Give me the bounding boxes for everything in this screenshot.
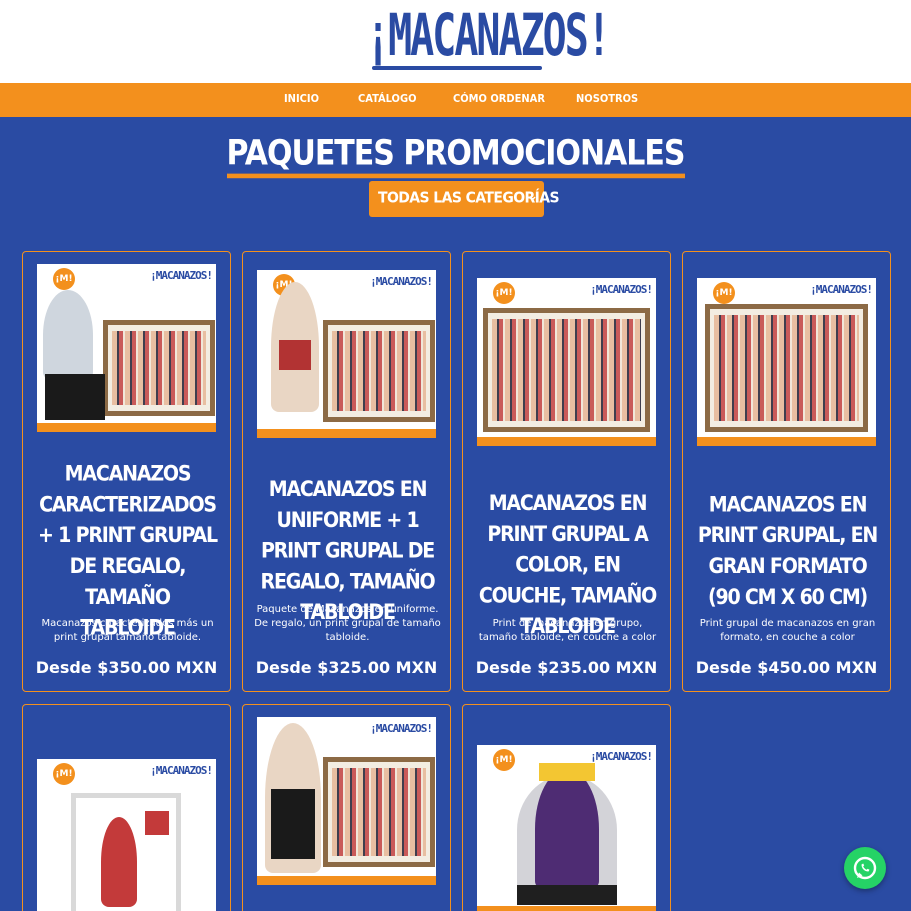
brand-badge-icon: ¡M! — [53, 268, 75, 290]
product-description: Macanazos caracterizados más un print gr… — [41, 618, 214, 643]
product-card[interactable]: ¡MACANAZOS! — [242, 704, 451, 911]
product-thumbnail: ¡M! ¡MACANAZOS! — [37, 264, 216, 432]
page-title-text: PAQUETES PROMOCIONALES — [226, 133, 686, 179]
brand-badge-icon: ¡M! — [53, 763, 75, 785]
product-thumbnail: ¡M! ¡MACANAZOS! — [477, 745, 656, 911]
category-filter-dropdown[interactable]: TODAS LAS CATEGORÍAS ⌄ — [369, 181, 560, 217]
brand-badge-icon: ¡M! — [493, 749, 515, 771]
product-thumbnail: ¡M! ¡MACANAZOS! — [477, 278, 656, 446]
product-card[interactable]: ¡M! ¡MACANAZOS! MACANAZOS EN PRINT GRUPA… — [682, 251, 891, 692]
whatsapp-icon — [853, 856, 877, 880]
product-price: Desde $235.00 MXN — [475, 658, 658, 677]
thumbnail-brand: ¡MACANAZOS! — [590, 750, 653, 763]
logo-text: ¡MACANAZOS! — [366, 2, 611, 70]
thumbnail-brand: ¡MACANAZOS! — [150, 269, 213, 282]
thumbnail-brand: ¡MACANAZOS! — [370, 722, 433, 735]
product-title: MACANAZOS CARACTERIZADOS + 1 PRINT GRUPA… — [38, 461, 218, 641]
nav-item-como-ordenar[interactable]: CÓMO ORDENAR — [453, 92, 545, 105]
product-description: Paquete de Macanazos en uniforme. De reg… — [254, 604, 441, 643]
product-description: Print de macanazos en grupo, tamaño tabl… — [478, 618, 657, 643]
brand-badge-icon: ¡M! — [713, 282, 735, 304]
thumbnail-brand: ¡MACANAZOS! — [590, 283, 653, 296]
site-logo[interactable]: ¡MACANAZOS! — [366, 2, 611, 76]
product-card[interactable]: ¡M! ¡MACANAZOS! MACANAZOS EN PRINT GRUPA… — [462, 251, 671, 692]
product-price: Desde $450.00 MXN — [695, 658, 878, 677]
product-thumbnail: ¡M! ¡MACANAZOS! — [37, 759, 216, 911]
main-nav: INICIO CATÁLOGO CÓMO ORDENAR NOSOTROS — [0, 83, 911, 117]
product-price: Desde $350.00 MXN — [35, 658, 218, 677]
whatsapp-chat-button[interactable] — [844, 847, 886, 889]
nav-item-catalogo[interactable]: CATÁLOGO — [358, 92, 416, 105]
brand-badge-icon: ¡M! — [493, 282, 515, 304]
product-thumbnail: ¡M! ¡MACANAZOS! — [697, 278, 876, 446]
site-header: ¡MACANAZOS! — [0, 0, 911, 83]
product-card[interactable]: ¡M! ¡MACANAZOS! MACANAZOS EN UNIFORME + … — [242, 251, 451, 692]
product-card[interactable]: ¡M! ¡MACANAZOS! MACANAZOS CARACTERIZADOS… — [22, 251, 231, 692]
product-description: Print grupal de macanazos en gran format… — [699, 618, 876, 643]
thumbnail-brand: ¡MACANAZOS! — [810, 283, 873, 296]
product-card[interactable]: ¡M! ¡MACANAZOS! — [22, 704, 231, 911]
product-thumbnail: ¡M! ¡MACANAZOS! — [257, 270, 436, 438]
product-card[interactable]: ¡M! ¡MACANAZOS! — [462, 704, 671, 911]
nav-item-inicio[interactable]: INICIO — [284, 92, 319, 105]
thumbnail-brand: ¡MACANAZOS! — [150, 764, 213, 777]
nav-item-nosotros[interactable]: NOSOTROS — [576, 92, 638, 105]
thumbnail-brand: ¡MACANAZOS! — [370, 275, 433, 288]
product-title: MACANAZOS EN PRINT GRUPAL, EN GRAN FORMA… — [697, 492, 878, 610]
logo-underline — [372, 66, 542, 70]
product-thumbnail: ¡MACANAZOS! — [257, 717, 436, 885]
page-title: PAQUETES PROMOCIONALES — [0, 133, 911, 179]
chevron-down-icon: ⌄ — [527, 189, 538, 204]
product-price: Desde $325.00 MXN — [255, 658, 438, 677]
